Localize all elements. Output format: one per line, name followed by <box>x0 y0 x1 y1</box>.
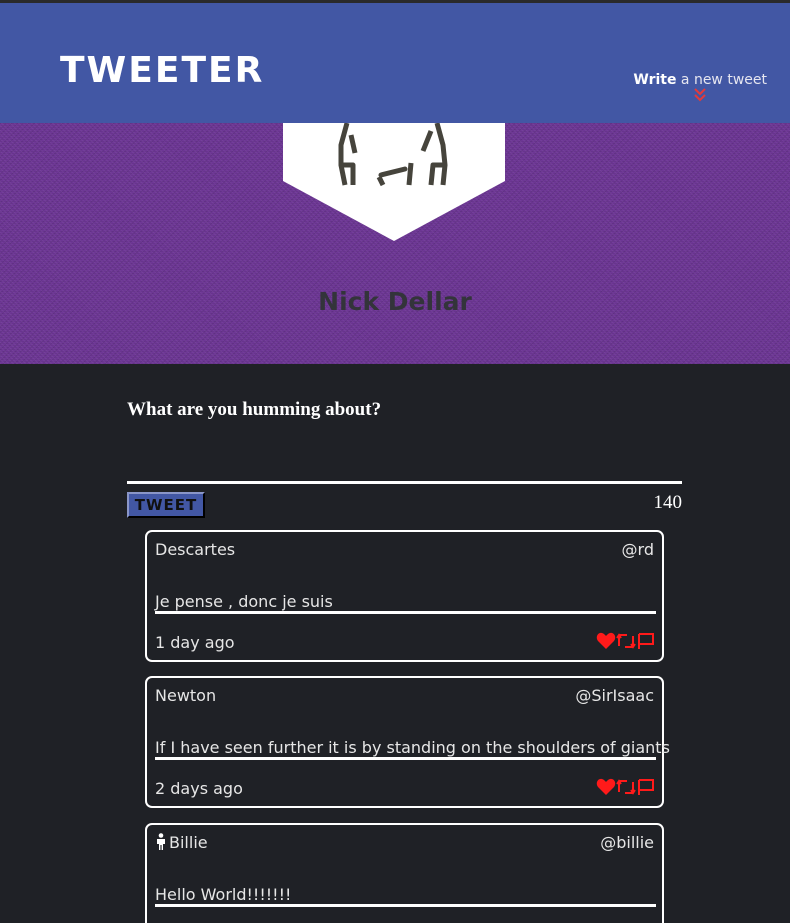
profile-name: Nick Dellar <box>318 287 472 316</box>
tweet-button[interactable]: TWEET <box>127 492 205 518</box>
tweet-card: Newton @SirIsaac If I have seen further … <box>145 676 670 808</box>
tweet-handle: @SirIsaac <box>575 686 654 705</box>
heart-icon[interactable] <box>596 632 616 650</box>
tweet-actions <box>596 778 656 798</box>
profile-header: Nick Dellar <box>0 122 790 364</box>
tweet-text: Je pense , donc je suis <box>155 592 333 611</box>
tweet-timestamp: 1 day ago <box>155 633 235 652</box>
retweet-icon[interactable] <box>616 778 636 796</box>
flag-icon[interactable] <box>636 778 656 796</box>
char-counter: 140 <box>653 492 683 513</box>
tweet-author: Billie <box>169 833 208 852</box>
compose-label-rest: a new tweet <box>676 72 767 88</box>
compose-label-bold: Write <box>633 72 677 88</box>
tweet-author: Newton <box>155 686 217 705</box>
avatar-icon <box>283 122 505 241</box>
tweet-timestamp: 2 days ago <box>155 779 243 798</box>
tweet-text: Hello World!!!!!!! <box>155 885 292 904</box>
tweet-divider <box>155 611 656 614</box>
brand-logo[interactable]: TWEETER <box>60 53 264 89</box>
tweet-divider <box>155 757 656 760</box>
tweet-actions <box>596 632 656 652</box>
tweet-textarea[interactable] <box>127 481 682 484</box>
tweet-handle: @billie <box>600 833 654 852</box>
double-chevron-down-icon[interactable] <box>690 88 710 102</box>
tweet-text: If I have seen further it is by standing… <box>155 738 670 757</box>
compose-prompt: What are you humming about? <box>127 399 382 420</box>
tweet-card: Billie @billie Hello World!!!!!!! <box>145 823 664 923</box>
retweet-icon[interactable] <box>616 632 636 650</box>
tweet-handle: @rd <box>621 540 654 559</box>
top-nav: TWEETER Write a new tweet <box>0 3 790 123</box>
person-icon <box>157 833 165 850</box>
tweet-divider <box>155 904 656 907</box>
avatar <box>283 122 505 241</box>
tweet-author: Descartes <box>155 540 236 559</box>
tweet-author-row: Billie <box>155 833 208 852</box>
write-new-tweet-toggle[interactable]: Write a new tweet <box>633 72 767 102</box>
flag-icon[interactable] <box>636 632 656 650</box>
tweet-card: Descartes @rd Je pense , donc je suis 1 … <box>145 530 664 662</box>
heart-icon[interactable] <box>596 778 616 796</box>
